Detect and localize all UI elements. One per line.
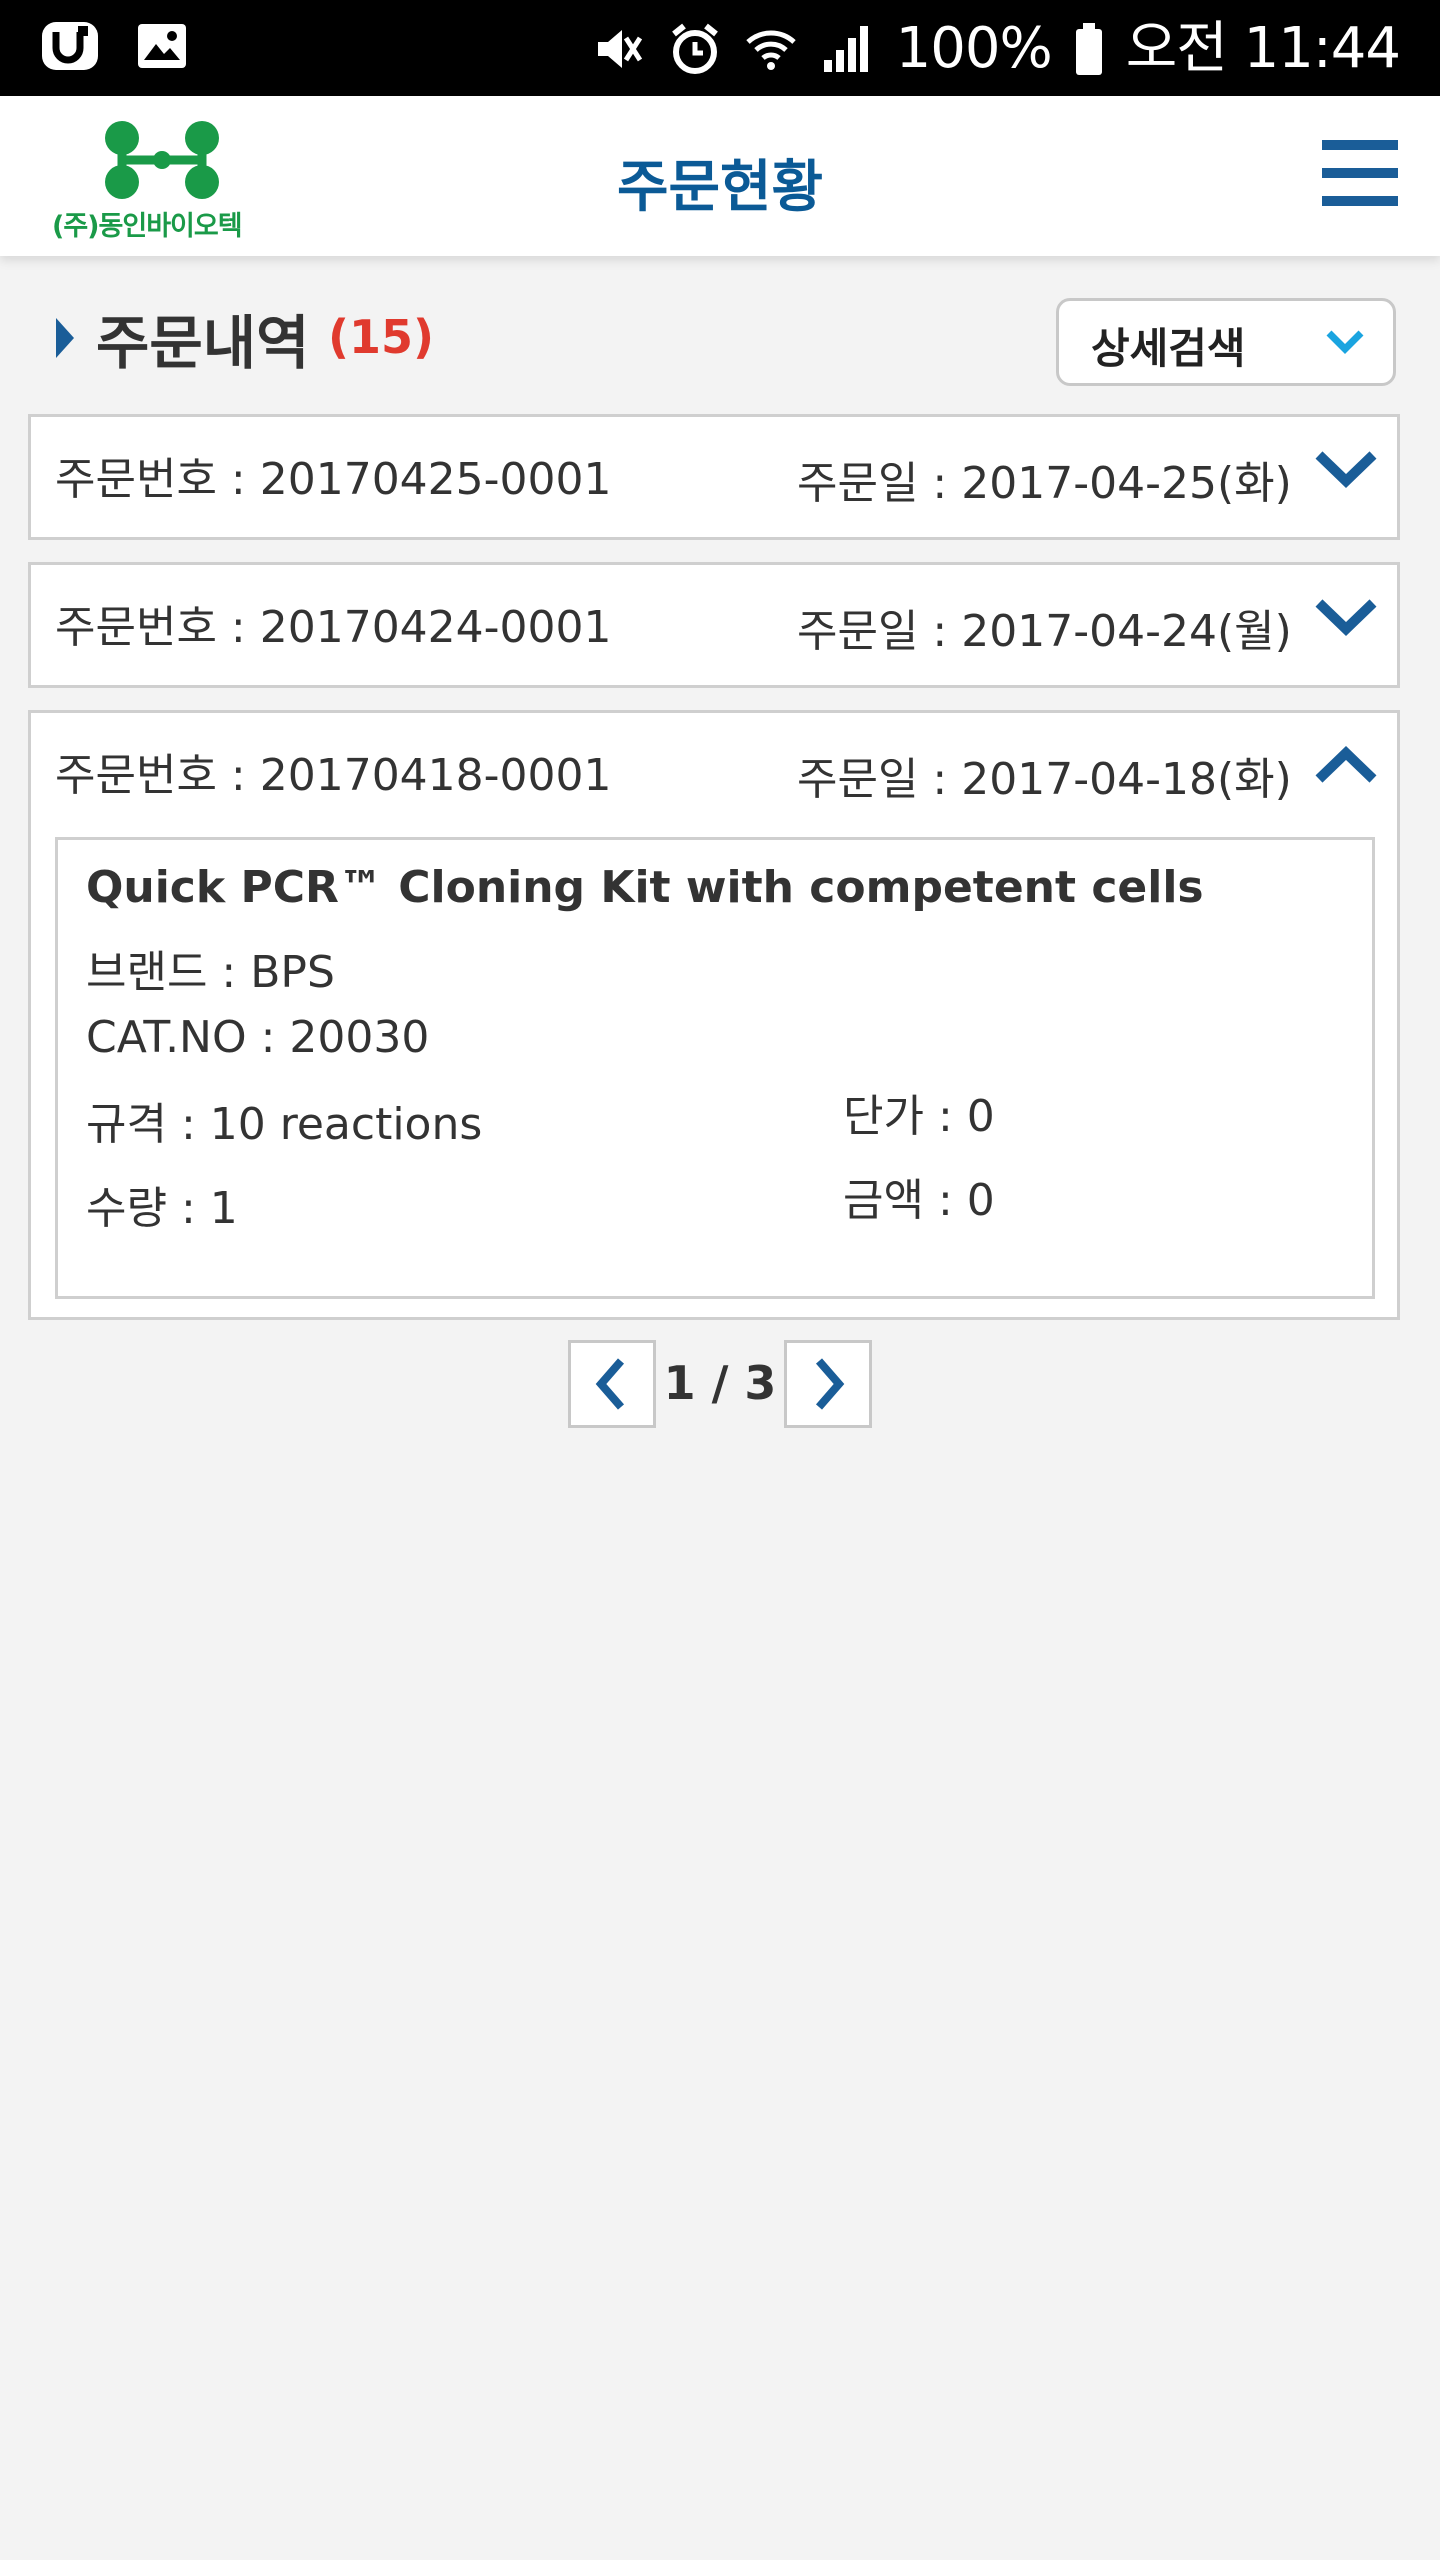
battery-icon bbox=[1075, 23, 1102, 75]
image-icon bbox=[138, 24, 186, 68]
app-header: (주)동인바이오텍 주문현황 bbox=[0, 96, 1440, 256]
pagination: 1 / 3 bbox=[0, 1340, 1440, 1430]
chevron-up-icon[interactable] bbox=[1313, 743, 1379, 787]
hamburger-menu-icon[interactable] bbox=[1322, 136, 1398, 212]
next-page-button[interactable] bbox=[784, 1340, 872, 1428]
product-brand: 브랜드 : BPS bbox=[86, 947, 335, 998]
chevron-down-icon[interactable] bbox=[1313, 447, 1379, 491]
product-spec: 규격 : 10 reactions bbox=[86, 1099, 483, 1150]
section-title: 주문내역 bbox=[96, 309, 310, 377]
order-number: 주문번호 : 20170418-0001 bbox=[55, 750, 612, 801]
triangle-right-icon bbox=[56, 318, 74, 358]
product-cat-no: CAT.NO : 20030 bbox=[86, 1012, 430, 1063]
order-row[interactable]: 주문번호 : 20170424-0001 주문일 : 2017-04-24(월) bbox=[28, 562, 1400, 688]
product-quantity: 수량 : 1 bbox=[86, 1183, 238, 1234]
signal-icon bbox=[823, 26, 868, 72]
order-row[interactable]: 주문번호 : 20170425-0001 주문일 : 2017-04-25(화) bbox=[28, 414, 1400, 540]
detail-search-dropdown[interactable]: 상세검색 bbox=[1056, 298, 1396, 386]
page-indicator: 1 / 3 bbox=[663, 1356, 777, 1410]
clock: 오전 11:44 bbox=[1125, 16, 1401, 81]
chevron-down-icon bbox=[1326, 330, 1364, 354]
page-title: 주문현황 bbox=[616, 155, 824, 220]
product-name: Quick PCR™ Cloning Kit with competent ce… bbox=[86, 862, 1204, 913]
chevron-right-icon bbox=[815, 1358, 845, 1410]
alarm-icon bbox=[671, 23, 718, 74]
order-list-heading: 주문내역 (15) 상세검색 bbox=[0, 290, 1440, 390]
order-date: 주문일 : 2017-04-24(월) bbox=[797, 606, 1292, 657]
order-item-detail: Quick PCR™ Cloning Kit with competent ce… bbox=[55, 837, 1375, 1299]
order-number: 주문번호 : 20170425-0001 bbox=[55, 454, 612, 505]
battery-percent: 100% bbox=[895, 16, 1053, 81]
chevron-down-icon[interactable] bbox=[1313, 595, 1379, 639]
status-bar: 100% 오전 11:44 bbox=[0, 0, 1440, 96]
order-date: 주문일 : 2017-04-25(화) bbox=[797, 458, 1292, 509]
amount: 금액 : 0 bbox=[843, 1175, 995, 1226]
order-row-expanded[interactable]: 주문번호 : 20170418-0001 주문일 : 2017-04-18(화)… bbox=[28, 710, 1400, 1320]
u-plus-icon bbox=[42, 22, 98, 70]
order-number: 주문번호 : 20170424-0001 bbox=[55, 602, 612, 653]
order-count: (15) bbox=[328, 310, 435, 364]
wifi-icon bbox=[745, 30, 796, 70]
mute-icon bbox=[597, 30, 642, 68]
detail-search-label: 상세검색 bbox=[1091, 324, 1246, 373]
order-date: 주문일 : 2017-04-18(화) bbox=[797, 754, 1292, 805]
unit-price: 단가 : 0 bbox=[843, 1091, 995, 1142]
